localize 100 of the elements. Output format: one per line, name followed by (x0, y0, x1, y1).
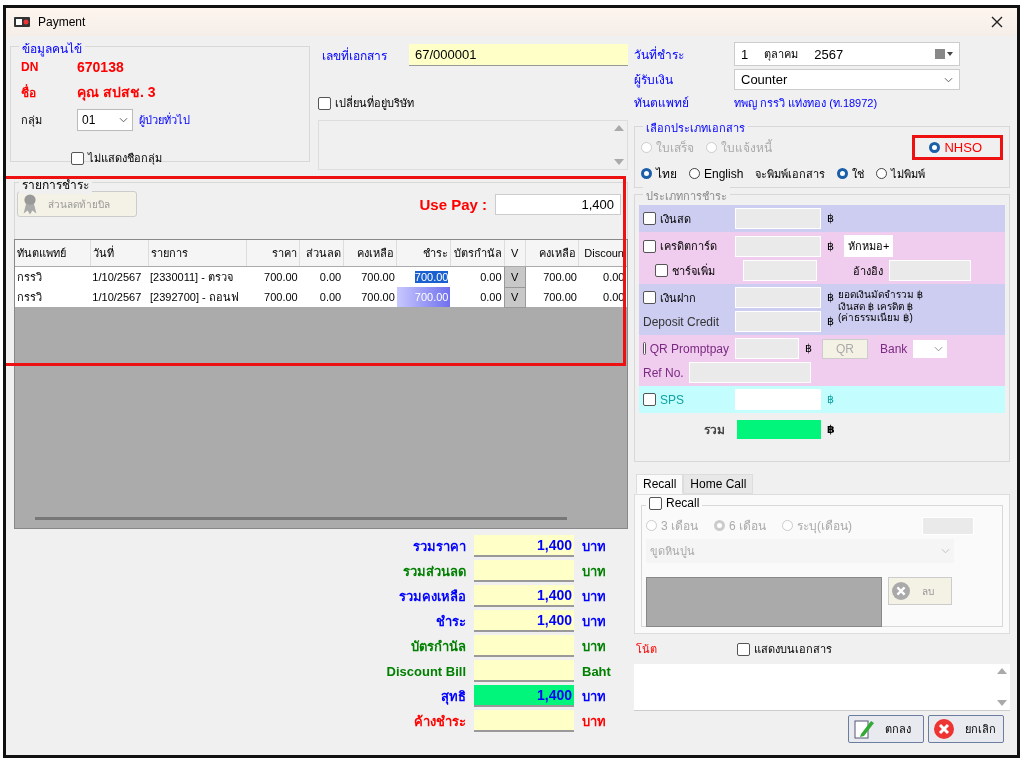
total-label: รวม (703, 422, 725, 439)
tab[interactable]: Recall (636, 474, 684, 494)
use-pay-label: Use Pay : (419, 195, 487, 213)
pencil-document-icon (853, 718, 875, 740)
unit-label: บาท (582, 562, 607, 581)
recall-checkbox[interactable]: Recall (646, 496, 703, 510)
deposit-field[interactable] (735, 287, 821, 308)
unit-label: บาท (582, 612, 607, 631)
bank-label: Bank (880, 341, 908, 356)
table-cell: 700.00 (525, 287, 579, 307)
scroll-down-icon[interactable] (614, 159, 624, 165)
column-header[interactable]: รายการ (148, 240, 247, 267)
qr-field[interactable] (735, 338, 799, 359)
app-icon (14, 17, 30, 27)
unit-label: บาท (582, 712, 607, 731)
document-number-field[interactable]: 67/000001 (409, 44, 628, 66)
field-label: DN (21, 60, 40, 74)
column-header[interactable]: คงเหลือ (343, 240, 397, 267)
use-pay-field[interactable]: 1,400 (495, 193, 621, 215)
scroll-down-icon[interactable] (997, 700, 1007, 706)
tab[interactable]: Home Call (683, 474, 754, 494)
sps-field[interactable] (735, 389, 821, 410)
field-label: เลขที่เอกสาร (322, 46, 387, 65)
window-title: Payment (38, 15, 87, 29)
show-on-document-checkbox[interactable]: แสดงบนเอกสาร (737, 640, 832, 658)
table-cell: 1/10/2567 (90, 266, 148, 287)
language-radio[interactable]: English (689, 166, 744, 181)
v-button[interactable]: V (504, 266, 526, 287)
unit-label: Baht (582, 663, 612, 679)
group-name: ผู้ป่วยทั่วไป (139, 111, 190, 129)
column-header[interactable]: ชำระ (396, 240, 451, 267)
column-header[interactable]: ส่วนลด (299, 240, 344, 267)
print-radio[interactable]: ไม่พิมพ์ (876, 164, 926, 183)
total-field: 1,400 (474, 610, 574, 632)
table-cell: 0.00 (450, 287, 505, 307)
unit-label: บาท (582, 687, 607, 706)
document-type-radio[interactable]: NHSO (912, 135, 1003, 160)
table-cell: [2392700] - ถอนฟ (148, 287, 247, 307)
qr-checkbox[interactable]: QR Promptpay (643, 341, 729, 356)
column-header[interactable]: ทันตแพทย์ (15, 240, 91, 267)
scroll-up-icon[interactable] (614, 125, 624, 131)
scroll-up-icon[interactable] (997, 668, 1007, 674)
panel-legend: ข้อมูลคนไข้ (19, 39, 85, 58)
address-box[interactable] (318, 120, 628, 170)
surcharge-field[interactable] (743, 260, 817, 281)
table-cell: [2330011] - ตรวจ (148, 266, 247, 287)
column-header[interactable]: V (504, 240, 526, 267)
field-label: ผู้รับเงิน (634, 72, 674, 89)
credit-field[interactable] (735, 235, 821, 257)
total-label: ชำระ (435, 612, 466, 631)
hide-group-checkbox[interactable]: ไม่แสดงชือกลุ่ม (71, 149, 299, 167)
reference-label: อ้างอิง (853, 263, 883, 279)
column-header[interactable]: ราคา (246, 240, 300, 267)
date-picker[interactable]: 1 ตุลาคม 2567 (734, 42, 960, 66)
bank-dropdown[interactable] (913, 339, 948, 358)
field-label: กลุ่ม (21, 113, 43, 129)
field-label: Deposit Credit (643, 314, 721, 329)
total-label: Discount Bill (386, 663, 466, 679)
total-field: 1,400 (474, 685, 574, 707)
cashier-dropdown[interactable]: Counter (734, 69, 960, 90)
print-radio[interactable]: ใช่ (837, 164, 865, 183)
column-header[interactable]: คงเหลือ (525, 240, 579, 267)
deposit-note: ยอดเงินมัดจำรวม ฿ (838, 289, 924, 301)
field-label: ทันตแพทย์ (634, 95, 690, 112)
chevron-down-icon (944, 76, 953, 83)
patient-name: คุณ สปสช. 3 (77, 83, 156, 103)
reference-field[interactable] (889, 260, 971, 281)
column-header[interactable]: บัตรกำนัล (450, 240, 505, 267)
group-dropdown[interactable]: 01 (77, 109, 133, 131)
cash-checkbox[interactable]: เงินสด (643, 209, 729, 228)
deposit-checkbox[interactable]: เงินฝาก (643, 288, 729, 307)
language-radio[interactable]: ไทย (641, 164, 677, 183)
currency-label: ฿ (827, 423, 835, 436)
dn-value: 670138 (77, 59, 124, 75)
ref-no-field[interactable] (689, 362, 811, 383)
cash-field[interactable] (735, 208, 821, 229)
deposit-credit-field[interactable] (735, 311, 821, 332)
total-field: 1,400 (474, 585, 574, 607)
cancel-button[interactable]: ยกเลิก (928, 715, 1004, 743)
field-label: ชื่อ (21, 83, 37, 102)
column-header[interactable]: Discoun (578, 240, 627, 267)
v-button[interactable]: V (504, 287, 526, 307)
note-field[interactable] (634, 664, 1010, 711)
surcharge-checkbox[interactable]: ชาร์จเพิ่ม (655, 261, 729, 280)
note-label: โน้ต (636, 642, 657, 657)
unit-label: บาท (582, 537, 607, 556)
currency-label: ฿ (827, 239, 834, 253)
total-label: ค้างชำระ (413, 712, 466, 731)
currency-label: ฿ (827, 291, 834, 304)
change-address-checkbox[interactable]: เปลี่ยนที่อยู่บริษัท (318, 94, 628, 112)
x-circle-icon (933, 718, 955, 740)
total-label: สุทธิ (440, 687, 466, 707)
table-cell: 0.00 (299, 287, 344, 307)
horizontal-scrollbar[interactable] (35, 517, 567, 520)
credit-card-checkbox[interactable]: เครดิตการ์ด (643, 237, 729, 255)
column-header[interactable]: วันที่ (90, 240, 148, 267)
table-cell: 1/10/2567 (90, 287, 148, 307)
close-icon[interactable] (991, 16, 1003, 28)
fee-dropdown[interactable]: หักหมอ+ (844, 235, 894, 257)
ok-button[interactable]: ตกลง (848, 715, 924, 743)
